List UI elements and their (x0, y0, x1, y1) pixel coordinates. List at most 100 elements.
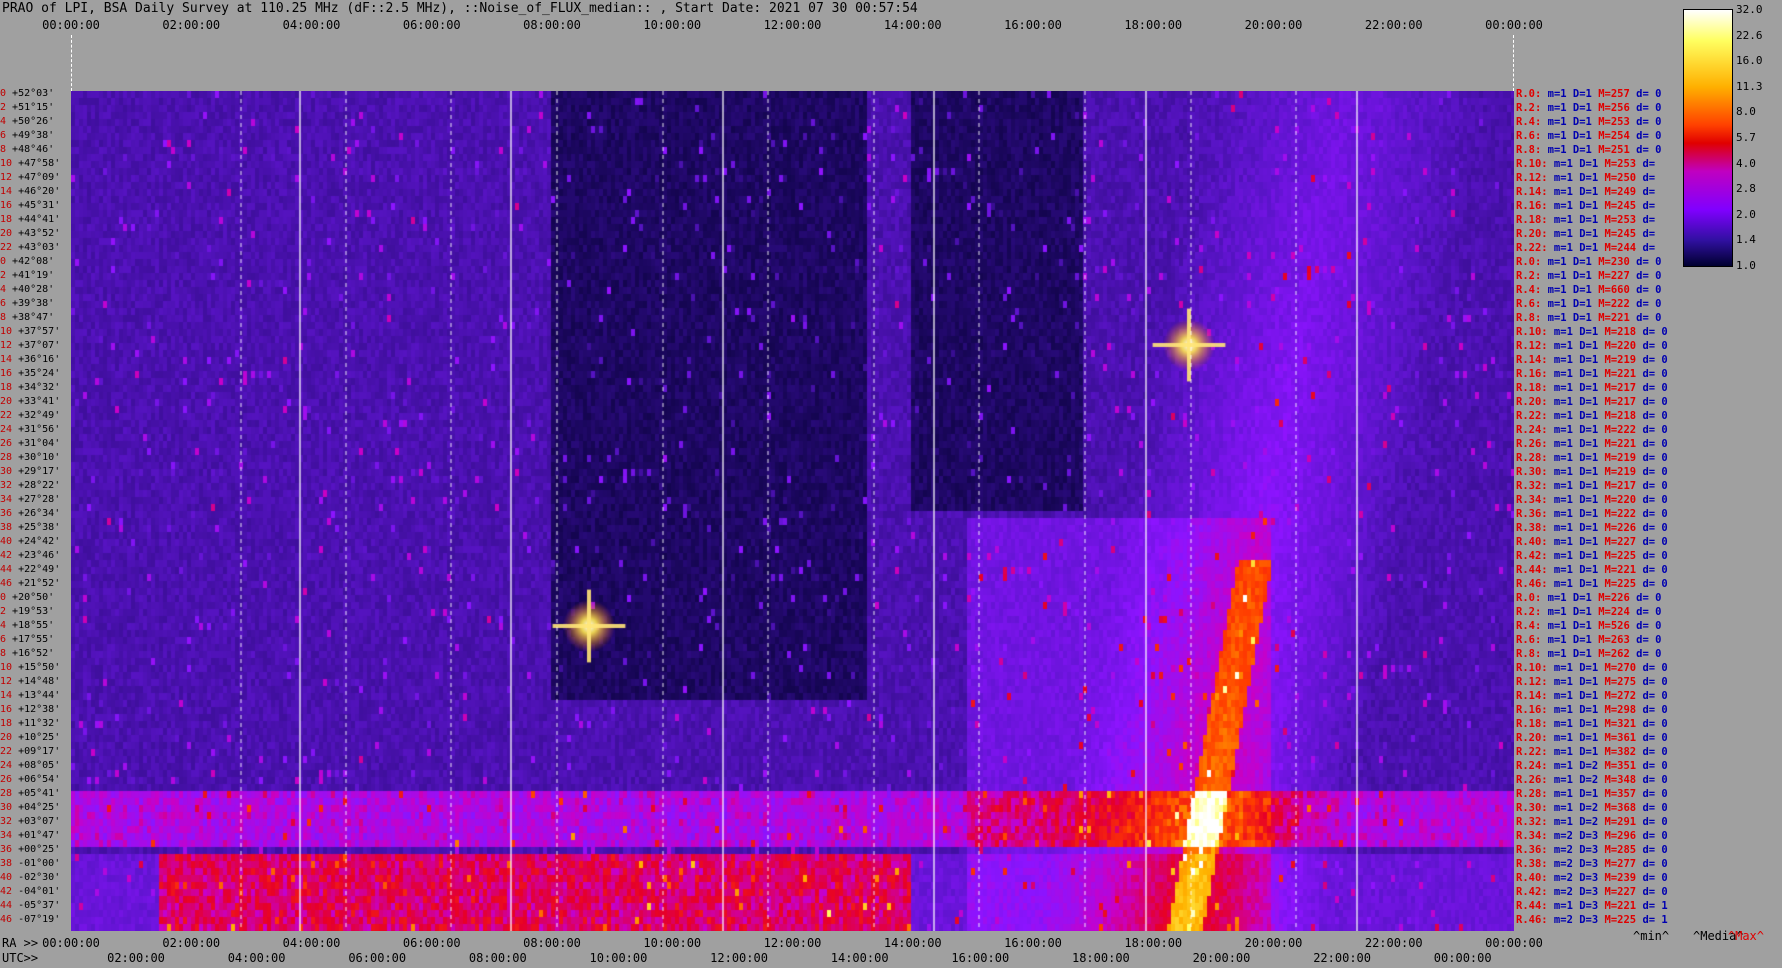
row-stat-field: D=1 (1572, 676, 1599, 688)
row-stat-field: R.4: (1516, 116, 1542, 128)
row-stat-field: M=217 (1598, 382, 1637, 394)
row-stat: R.12: m=1 D=1 M=250 d= (1516, 172, 1661, 184)
row-stat-field: d= 0 (1629, 144, 1662, 156)
declination-label: 24 +08°05' (0, 761, 71, 771)
row-stat: R.46: m=2 D=3 M=225 d= 1 (1516, 914, 1668, 926)
declination-value: +50°26' (6, 116, 55, 127)
row-stat: R.18: m=1 D=1 M=321 d= 0 (1516, 718, 1668, 730)
row-stat-field: D=1 (1566, 270, 1592, 282)
row-stat-field: D=1 (1572, 368, 1599, 380)
row-stat-field: D=2 (1572, 816, 1599, 828)
row-stat: R.2: m=1 D=1 M=227 d= 0 (1516, 270, 1661, 282)
row-stat-field: D=3 (1572, 844, 1599, 856)
row-stat-field: D=1 (1572, 214, 1599, 226)
top-tick-label: 02:00:00 (162, 18, 221, 32)
row-stat-field: M=225 (1598, 550, 1637, 562)
row-stat-field: m=1 (1547, 242, 1573, 254)
declination-value: +45°31' (12, 200, 61, 211)
row-stat-field: D=2 (1572, 774, 1599, 786)
row-stat-field: m=1 (1547, 172, 1573, 184)
row-stat-field: R.12: (1516, 172, 1548, 184)
row-stat: R.24: m=1 D=2 M=351 d= 0 (1516, 760, 1668, 772)
row-stat: R.22: m=1 D=1 M=382 d= 0 (1516, 746, 1668, 758)
row-stat-field: d= 0 (1636, 858, 1668, 870)
row-stat-field: d= 0 (1636, 354, 1668, 366)
page-title: PRAO of LPI, BSA Daily Survey at 110.25 … (2, 1, 918, 16)
declination-value: +00°25' (12, 844, 61, 855)
utc-tick-label: 04:00:00 (227, 951, 286, 965)
row-stat-field: d= 0 (1636, 522, 1668, 534)
row-stat: R.8: m=1 D=1 M=251 d= 0 (1516, 144, 1661, 156)
row-index: 42 (0, 550, 13, 561)
ra-tick-label: 00:00:00 (42, 936, 100, 950)
row-index: 44 (0, 564, 13, 575)
row-stat-field: d= (1636, 200, 1662, 212)
declination-label: 6 +49°38' (0, 131, 71, 141)
row-stat-field: D=3 (1572, 900, 1599, 912)
row-stat-field: m=1 (1547, 494, 1573, 506)
row-stat-field: m=1 (1547, 340, 1573, 352)
declination-value: +21°52' (12, 578, 61, 589)
row-stat: R.22: m=1 D=1 M=244 d= (1516, 242, 1661, 254)
row-stat-field: M=221 (1598, 900, 1637, 912)
ra-tick-label: 00:00:00 (1485, 936, 1543, 950)
row-stat-field: M=257 (1591, 88, 1630, 100)
row-stat-field: m=1 (1547, 732, 1573, 744)
declination-label: 14 +46°20' (0, 187, 71, 197)
row-stat-field: D=3 (1572, 886, 1599, 898)
row-stat-field: D=1 (1572, 326, 1599, 338)
utc-tick-label: 02:00:00 (107, 951, 165, 965)
declination-value: +35°24' (12, 368, 61, 379)
row-stat-field: D=1 (1566, 130, 1592, 142)
row-index: 18 (0, 718, 13, 729)
row-stat-field: m=2 (1547, 886, 1573, 898)
row-stat-field: R.16: (1516, 704, 1548, 716)
declination-value: +48°46' (6, 144, 55, 155)
row-stat-field: d= 0 (1636, 438, 1668, 450)
row-stat-field: m=1 (1541, 634, 1567, 646)
row-index: 28 (0, 452, 13, 463)
declination-label: 38 -01°00' (0, 859, 71, 869)
row-stat-field: D=1 (1572, 788, 1599, 800)
row-index: 10 (0, 326, 13, 337)
row-stat-field: m=1 (1547, 550, 1573, 562)
row-stat: R.14: m=1 D=1 M=272 d= 0 (1516, 690, 1668, 702)
row-stat-field: d= 0 (1636, 410, 1668, 422)
row-stat-field: d= 0 (1636, 844, 1668, 856)
row-stat-field: m=1 (1547, 410, 1573, 422)
row-index: 36 (0, 508, 13, 519)
row-index: 22 (0, 242, 13, 253)
row-stat-field: m=1 (1547, 564, 1573, 576)
row-stat-field: M=221 (1591, 312, 1630, 324)
declination-value: +36°16' (12, 354, 61, 365)
row-index: 10 (0, 158, 13, 169)
declination-value: +44°41' (12, 214, 61, 225)
declination-value: +05°41' (12, 788, 61, 799)
row-stat: R.38: m=1 D=1 M=226 d= 0 (1516, 522, 1668, 534)
row-stat-field: m=1 (1547, 788, 1573, 800)
declination-label: 2 +41°19' (0, 271, 71, 281)
declination-label: 14 +13°44' (0, 691, 71, 701)
row-index: 36 (0, 844, 13, 855)
row-stat: R.4: m=1 D=1 M=660 d= 0 (1516, 284, 1661, 296)
declination-value: +31°56' (12, 424, 61, 435)
declination-label: 4 +18°55' (0, 621, 71, 631)
declination-label: 34 +01°47' (0, 831, 71, 841)
row-stat-field: D=1 (1572, 536, 1599, 548)
row-stat-field: m=1 (1547, 368, 1573, 380)
declination-value: +09°17' (12, 746, 61, 757)
row-stat-field: M=253 (1598, 214, 1637, 226)
row-stat-field: M=221 (1598, 564, 1637, 576)
row-index: 32 (0, 816, 13, 827)
row-stat: R.30: m=1 D=1 M=219 d= 0 (1516, 466, 1668, 478)
row-stat-field: D=1 (1572, 690, 1599, 702)
row-stat-field: R.20: (1516, 396, 1548, 408)
declination-label: 32 +03°07' (0, 817, 71, 827)
row-stat-field: d= 0 (1636, 466, 1668, 478)
declination-value: +52°03' (6, 88, 55, 99)
row-index: 30 (0, 466, 13, 477)
row-stat-field: m=1 (1547, 746, 1573, 758)
row-stat-field: D=1 (1572, 186, 1599, 198)
row-stat-field: d= 0 (1636, 760, 1668, 772)
row-stat: R.24: m=1 D=1 M=222 d= 0 (1516, 424, 1668, 436)
